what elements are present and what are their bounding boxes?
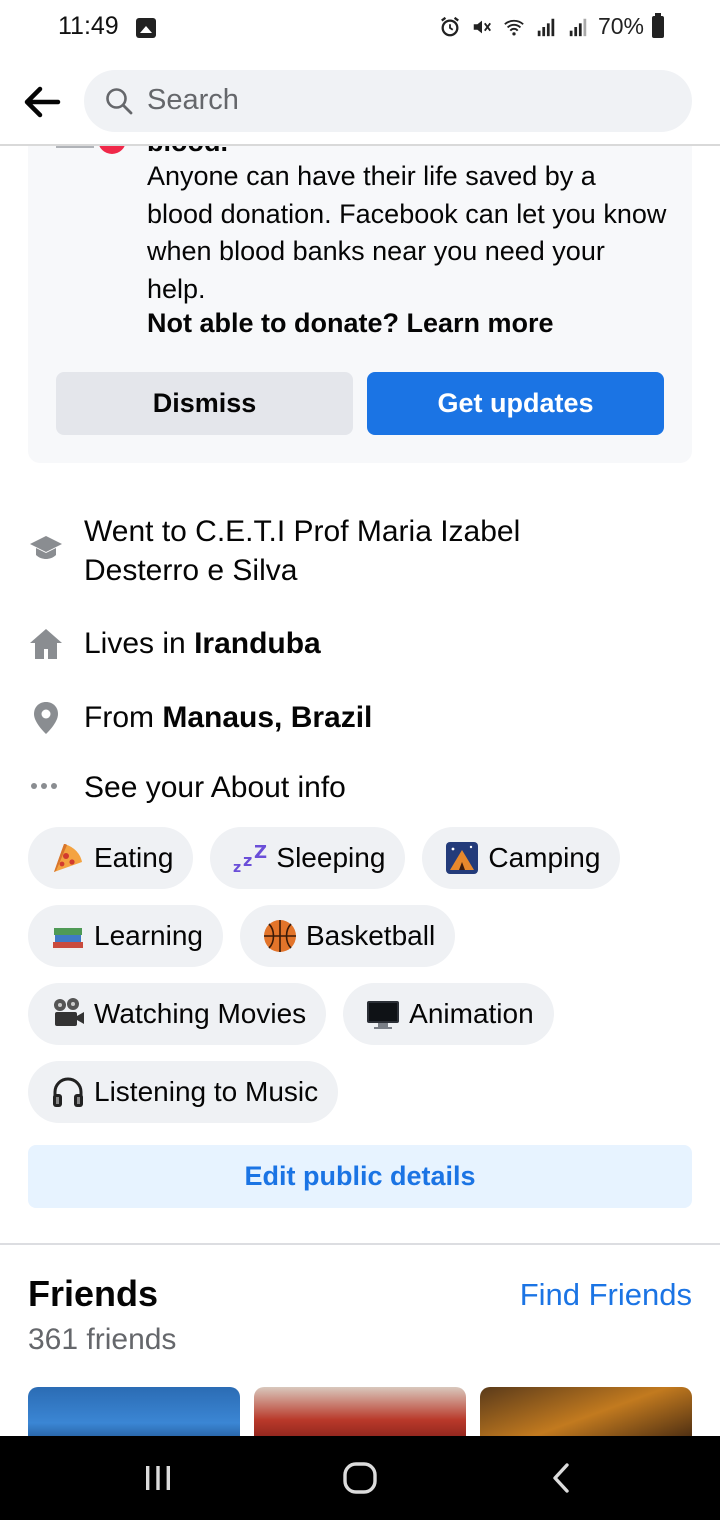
wifi-icon [504,19,524,36]
education-text-line1: Went to C.E.T.I Prof Maria Izabel [84,515,521,548]
film-projector-icon [54,998,84,1026]
search-placeholder: Search [147,84,239,116]
hobby-chip-basketball[interactable]: Basketball [239,905,456,967]
search-icon [106,88,133,115]
signal-2-icon [569,18,587,36]
hobby-label: Sleeping [276,842,386,873]
hobby-chip-animation[interactable]: Animation [343,983,554,1045]
hobby-chip-camping[interactable]: Camping [422,827,621,889]
detail-about-info[interactable]: See your About info [28,768,346,806]
find-friends-link[interactable]: Find Friends [520,1277,692,1313]
hobby-label: Learning [94,920,203,951]
monitor-icon [367,1001,400,1029]
get-updates-button[interactable]: Get updates [367,372,664,435]
dismiss-button[interactable]: Dismiss [56,372,353,435]
learn-more-link[interactable]: Not able to donate? Learn more [147,308,554,339]
hobby-label: Watching Movies [94,998,307,1029]
hobbies-list: Eating zzZ Sleeping Camping Learning Bas… [28,827,692,1139]
graduation-cap-icon [30,536,62,559]
camping-icon [446,842,479,874]
lives-prefix: Lives in [84,627,195,660]
zzz-icon: zzZ [233,842,267,876]
hobby-chip-listening-to-music[interactable]: Listening to Music [28,1061,339,1123]
mute-icon [473,20,491,33]
basketball-icon [263,920,296,952]
hobby-chip-learning[interactable]: Learning [28,905,223,967]
hobby-chip-eating[interactable]: Eating [28,827,194,889]
more-dots-icon [31,783,57,789]
search-input[interactable]: Search [84,70,692,132]
blood-donation-card: blood. Anyone can have their life saved … [28,120,692,463]
hobby-chip-watching-movies[interactable]: Watching Movies [28,983,327,1045]
gallery-notification-icon [136,18,156,38]
friends-count: 361 friends [28,1323,177,1356]
books-icon [53,928,83,950]
location-pin-icon [34,702,58,734]
about-info-text: See your About info [84,771,346,804]
education-text-line2: Desterro e Silva [84,554,298,587]
recent-apps-icon[interactable] [138,1460,178,1496]
pizza-icon [54,844,82,872]
detail-education[interactable]: Went to C.E.T.I Prof Maria Izabel Dester… [28,512,520,587]
headphones-icon [53,1077,83,1107]
section-divider [0,1243,720,1245]
from-prefix: From [84,701,163,734]
battery-percent: 70% [597,13,644,39]
signal-icon [537,18,555,36]
status-icons: 70% [438,12,664,40]
hobby-label: Basketball [305,920,436,951]
alarm-icon [441,16,459,36]
back-arrow-icon[interactable] [20,80,64,124]
edit-public-details-button[interactable]: Edit public details [28,1145,692,1208]
blood-card-description: Anyone can have their life saved by a bl… [147,161,667,304]
status-time: 11:49 [58,12,119,40]
hobby-label: Listening to Music [94,1076,319,1107]
svg-text:z: z [243,851,252,870]
lives-place: Iranduba [194,627,321,660]
from-place: Manaus, Brazil [162,701,373,734]
hobby-label: Eating [94,842,174,873]
home-icon [30,629,62,659]
battery-icon [652,12,664,38]
status-bar: 11:49 70% [0,0,720,58]
hobby-label: Camping [488,842,601,873]
back-nav-icon[interactable] [542,1460,582,1496]
friends-title: Friends [28,1273,159,1314]
svg-text:Z: Z [254,842,267,863]
svg-text:z: z [233,860,241,876]
system-navigation-bar [0,1436,720,1520]
top-header: Search [0,58,720,146]
detail-from[interactable]: From Manaus, Brazil [28,698,372,736]
home-button-icon[interactable] [340,1460,380,1496]
detail-lives[interactable]: Lives in Iranduba [28,624,321,662]
hobby-chip-sleeping[interactable]: zzZ Sleeping [210,827,406,889]
hobby-label: Animation [409,998,534,1029]
